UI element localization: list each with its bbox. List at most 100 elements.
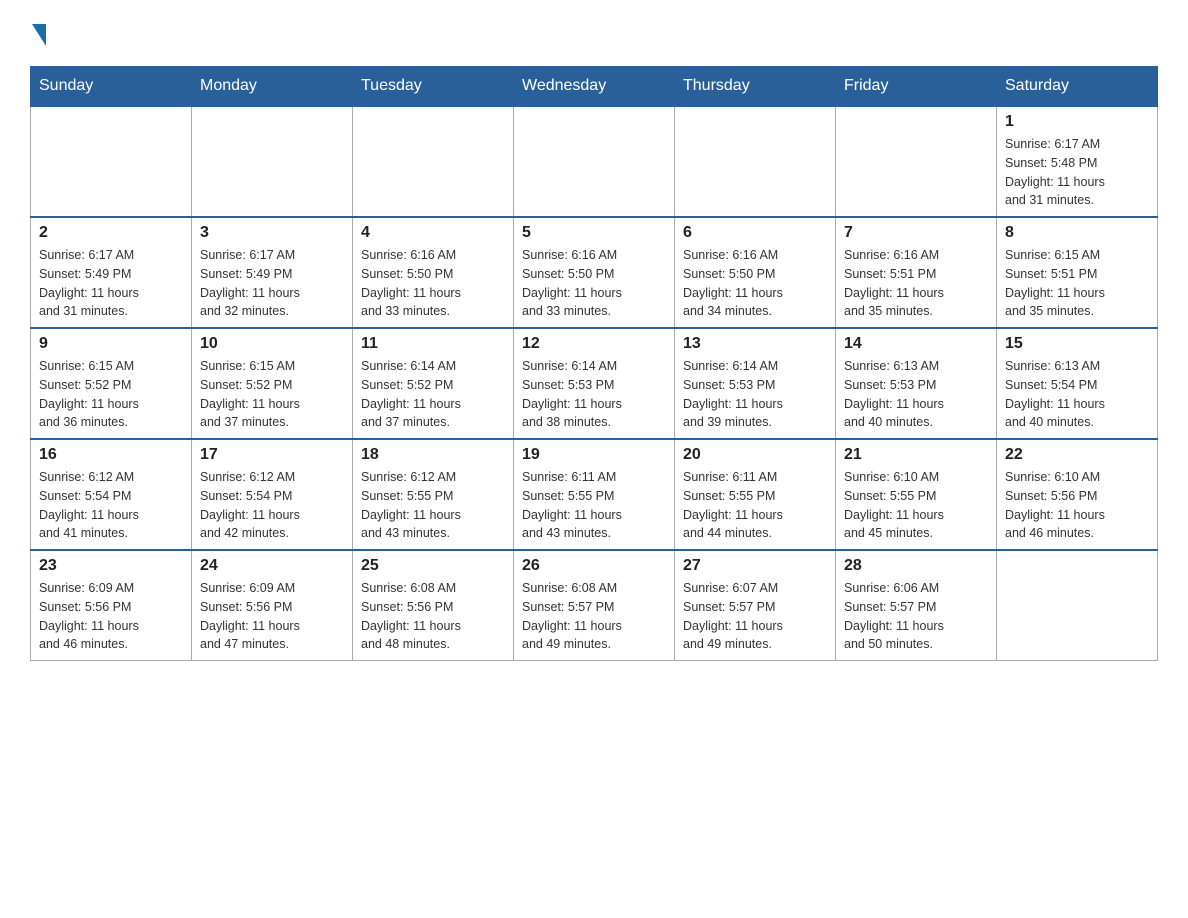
- calendar-cell: 24Sunrise: 6:09 AM Sunset: 5:56 PM Dayli…: [192, 550, 353, 661]
- week-row-0: 1 Sunrise: 6:17 AM Sunset: 5:48 PM Daylig…: [31, 106, 1158, 217]
- day-info: Sunrise: 6:07 AM Sunset: 5:57 PM Dayligh…: [683, 579, 827, 654]
- day-number: 25: [361, 557, 505, 575]
- day-info: Sunrise: 6:11 AM Sunset: 5:55 PM Dayligh…: [683, 468, 827, 543]
- day-info: Sunrise: 6:12 AM Sunset: 5:54 PM Dayligh…: [39, 468, 183, 543]
- day-number: 24: [200, 557, 344, 575]
- day-number: 17: [200, 446, 344, 464]
- day-number: 21: [844, 446, 988, 464]
- calendar-cell: [836, 106, 997, 217]
- day-number: 19: [522, 446, 666, 464]
- day-number: 16: [39, 446, 183, 464]
- calendar-cell: 27 Sunrise: 6:07 AM Sunset: 5:57 PM Dayli…: [675, 550, 836, 661]
- calendar-cell: 2 Sunrise: 6:17 AM Sunset: 5:49 PM Daylig…: [31, 217, 192, 328]
- day-info: Sunrise: 6:12 AM Sunset: 5:54 PM Dayligh…: [200, 468, 344, 543]
- day-info: Sunrise: 6:11 AM Sunset: 5:55 PM Dayligh…: [522, 468, 666, 543]
- day-number: 9: [39, 335, 183, 353]
- logo: [30, 20, 46, 46]
- weekday-header-thursday: Thursday: [675, 67, 836, 107]
- weekday-header-sunday: Sunday: [31, 67, 192, 107]
- day-info: Sunrise: 6:14 AM Sunset: 5:53 PM Dayligh…: [522, 357, 666, 432]
- calendar-cell: 3 Sunrise: 6:17 AM Sunset: 5:49 PM Daylig…: [192, 217, 353, 328]
- calendar-cell: 13 Sunrise: 6:14 AM Sunset: 5:53 PM Dayli…: [675, 328, 836, 439]
- calendar-table: SundayMondayTuesdayWednesdayThursdayFrid…: [30, 66, 1158, 661]
- calendar-cell: 19 Sunrise: 6:11 AM Sunset: 5:55 PM Dayli…: [514, 439, 675, 550]
- calendar-cell: 17 Sunrise: 6:12 AM Sunset: 5:54 PM Dayli…: [192, 439, 353, 550]
- calendar-cell: [353, 106, 514, 217]
- day-info: Sunrise: 6:09 AM Sunset: 5:56 PM Dayligh…: [39, 579, 183, 654]
- calendar-cell: 28 Sunrise: 6:06 AM Sunset: 5:57 PM Dayli…: [836, 550, 997, 661]
- day-info: Sunrise: 6:10 AM Sunset: 5:56 PM Dayligh…: [1005, 468, 1149, 543]
- day-info: Sunrise: 6:16 AM Sunset: 5:50 PM Dayligh…: [522, 246, 666, 321]
- calendar-cell: 18 Sunrise: 6:12 AM Sunset: 5:55 PM Dayli…: [353, 439, 514, 550]
- page-header: [30, 20, 1158, 46]
- day-info: Sunrise: 6:08 AM Sunset: 5:57 PM Dayligh…: [522, 579, 666, 654]
- day-number: 11: [361, 335, 505, 353]
- calendar-cell: 26 Sunrise: 6:08 AM Sunset: 5:57 PM Dayli…: [514, 550, 675, 661]
- day-info: Sunrise: 6:08 AM Sunset: 5:56 PM Dayligh…: [361, 579, 505, 654]
- calendar-cell: [675, 106, 836, 217]
- week-row-4: 23 Sunrise: 6:09 AM Sunset: 5:56 PM Dayli…: [31, 550, 1158, 661]
- day-number: 1: [1005, 113, 1149, 131]
- calendar-cell: 21 Sunrise: 6:10 AM Sunset: 5:55 PM Dayli…: [836, 439, 997, 550]
- weekday-header-saturday: Saturday: [997, 67, 1158, 107]
- day-number: 20: [683, 446, 827, 464]
- weekday-header-friday: Friday: [836, 67, 997, 107]
- calendar-cell: 10 Sunrise: 6:15 AM Sunset: 5:52 PM Dayli…: [192, 328, 353, 439]
- day-number: 14: [844, 335, 988, 353]
- calendar-cell: 12 Sunrise: 6:14 AM Sunset: 5:53 PM Dayli…: [514, 328, 675, 439]
- calendar-cell: 25 Sunrise: 6:08 AM Sunset: 5:56 PM Dayli…: [353, 550, 514, 661]
- calendar-cell: [514, 106, 675, 217]
- week-row-3: 16 Sunrise: 6:12 AM Sunset: 5:54 PM Dayli…: [31, 439, 1158, 550]
- day-number: 10: [200, 335, 344, 353]
- weekday-header-tuesday: Tuesday: [353, 67, 514, 107]
- day-number: 15: [1005, 335, 1149, 353]
- calendar-cell: 4 Sunrise: 6:16 AM Sunset: 5:50 PM Daylig…: [353, 217, 514, 328]
- calendar-cell: 6 Sunrise: 6:16 AM Sunset: 5:50 PM Daylig…: [675, 217, 836, 328]
- day-number: 26: [522, 557, 666, 575]
- calendar-cell: [192, 106, 353, 217]
- day-info: Sunrise: 6:14 AM Sunset: 5:52 PM Dayligh…: [361, 357, 505, 432]
- day-info: Sunrise: 6:12 AM Sunset: 5:55 PM Dayligh…: [361, 468, 505, 543]
- weekday-header-row: SundayMondayTuesdayWednesdayThursdayFrid…: [31, 67, 1158, 107]
- day-number: 3: [200, 224, 344, 242]
- calendar-cell: [31, 106, 192, 217]
- calendar-cell: 23 Sunrise: 6:09 AM Sunset: 5:56 PM Dayli…: [31, 550, 192, 661]
- day-number: 12: [522, 335, 666, 353]
- day-info: Sunrise: 6:15 AM Sunset: 5:52 PM Dayligh…: [200, 357, 344, 432]
- day-info: Sunrise: 6:06 AM Sunset: 5:57 PM Dayligh…: [844, 579, 988, 654]
- calendar-cell: 5Sunrise: 6:16 AM Sunset: 5:50 PM Daylig…: [514, 217, 675, 328]
- day-number: 27: [683, 557, 827, 575]
- day-info: Sunrise: 6:15 AM Sunset: 5:51 PM Dayligh…: [1005, 246, 1149, 321]
- calendar-cell: [997, 550, 1158, 661]
- day-info: Sunrise: 6:16 AM Sunset: 5:51 PM Dayligh…: [844, 246, 988, 321]
- calendar-cell: 20 Sunrise: 6:11 AM Sunset: 5:55 PM Dayli…: [675, 439, 836, 550]
- day-number: 8: [1005, 224, 1149, 242]
- day-number: 22: [1005, 446, 1149, 464]
- calendar-cell: 1 Sunrise: 6:17 AM Sunset: 5:48 PM Daylig…: [997, 106, 1158, 217]
- calendar-cell: 8 Sunrise: 6:15 AM Sunset: 5:51 PM Daylig…: [997, 217, 1158, 328]
- day-info: Sunrise: 6:16 AM Sunset: 5:50 PM Dayligh…: [683, 246, 827, 321]
- day-number: 28: [844, 557, 988, 575]
- day-number: 18: [361, 446, 505, 464]
- weekday-header-monday: Monday: [192, 67, 353, 107]
- day-number: 6: [683, 224, 827, 242]
- day-number: 23: [39, 557, 183, 575]
- logo-triangle-icon: [32, 24, 46, 46]
- day-info: Sunrise: 6:17 AM Sunset: 5:49 PM Dayligh…: [200, 246, 344, 321]
- day-info: Sunrise: 6:14 AM Sunset: 5:53 PM Dayligh…: [683, 357, 827, 432]
- day-number: 2: [39, 224, 183, 242]
- day-info: Sunrise: 6:10 AM Sunset: 5:55 PM Dayligh…: [844, 468, 988, 543]
- day-info: Sunrise: 6:17 AM Sunset: 5:49 PM Dayligh…: [39, 246, 183, 321]
- calendar-cell: 7 Sunrise: 6:16 AM Sunset: 5:51 PM Daylig…: [836, 217, 997, 328]
- day-number: 13: [683, 335, 827, 353]
- day-info: Sunrise: 6:17 AM Sunset: 5:48 PM Dayligh…: [1005, 135, 1149, 210]
- week-row-1: 2 Sunrise: 6:17 AM Sunset: 5:49 PM Daylig…: [31, 217, 1158, 328]
- calendar-cell: 16 Sunrise: 6:12 AM Sunset: 5:54 PM Dayli…: [31, 439, 192, 550]
- day-number: 4: [361, 224, 505, 242]
- weekday-header-wednesday: Wednesday: [514, 67, 675, 107]
- day-info: Sunrise: 6:16 AM Sunset: 5:50 PM Dayligh…: [361, 246, 505, 321]
- day-info: Sunrise: 6:13 AM Sunset: 5:54 PM Dayligh…: [1005, 357, 1149, 432]
- day-number: 7: [844, 224, 988, 242]
- day-info: Sunrise: 6:13 AM Sunset: 5:53 PM Dayligh…: [844, 357, 988, 432]
- week-row-2: 9 Sunrise: 6:15 AM Sunset: 5:52 PM Daylig…: [31, 328, 1158, 439]
